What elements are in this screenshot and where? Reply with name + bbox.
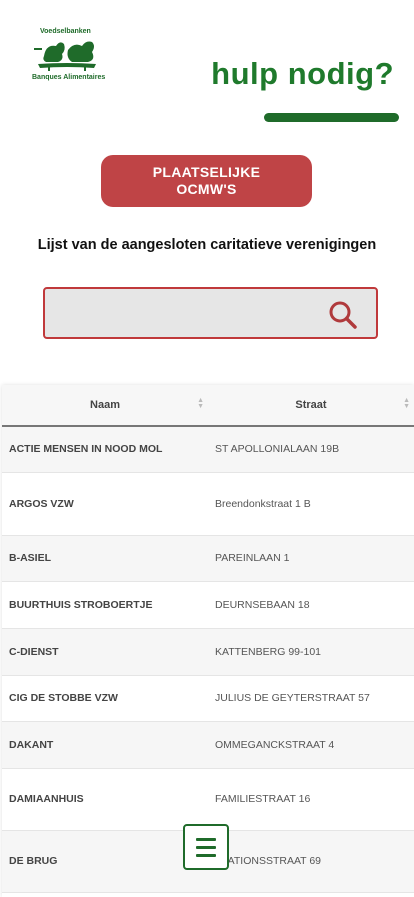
column-header-straat-label: Straat [295,399,327,411]
cell-naam: BUURTHUIS STROBOERTJE [2,581,208,629]
table-row: DAKANT OMMEGANCKSTRAAT 4 [2,721,414,769]
ocmw-button[interactable]: PLAATSELIJKE OCMW'S [101,155,312,207]
logo-bottom-text: Banques Alimentaires [32,74,106,81]
search-input[interactable] [55,297,319,331]
table-row: CIG DE STOBBE VZW JULIUS DE GEYTERSTRAAT… [2,675,414,722]
cell-naam: DAKANT [2,721,208,769]
cell-straat: OMMEGANCKSTRAAT 4 [208,721,414,769]
table-row: BUURTHUIS STROBOERTJE DEURNSEBAAN 18 [2,581,414,629]
logo-animals-icon [34,41,96,71]
cell-naam: ACTIE MENSEN IN NOOD MOL [2,426,208,473]
sort-icon: ▲ ▼ [403,397,410,410]
logo: Voedselbanken Banques Alimentaires [32,28,106,84]
cell-naam: DE BRUG [2,830,208,893]
hamburger-menu-icon [196,837,216,841]
ocmw-button-label: PLAATSELIJKE OCMW'S [152,164,261,197]
sort-icon: ▲ ▼ [197,397,204,410]
table-row: B-ASIEL PAREINLAAN 1 [2,535,414,582]
headline-underline [264,113,399,122]
cell-straat: ST APOLLONIALAAN 19B [208,426,414,473]
search-box [43,287,378,339]
cell-straat: DEURNSEBAAN 18 [208,581,414,629]
cell-naam: CIG DE STOBBE VZW [2,675,208,722]
column-header-straat[interactable]: Straat ▲ ▼ [208,385,414,427]
table-row: DAMIAANHUIS FAMILIESTRAAT 16 [2,768,414,831]
cell-straat: STATIONSSTRAAT 69 [208,830,414,893]
cell-straat: FAMILIESTRAAT 16 [208,768,414,831]
search-icon[interactable] [328,300,358,330]
cell-straat: Breendonkstraat 1 B [208,472,414,536]
cell-naam: B-ASIEL [2,535,208,582]
page-subtitle: Lijst van de aangesloten caritatieve ver… [37,237,377,253]
table-row: ACTIE MENSEN IN NOOD MOL ST APOLLONIALAA… [2,426,414,473]
column-header-naam-label: Naam [90,399,120,411]
cell-straat: PAREINLAAN 1 [208,535,414,582]
page-headline: hulp nodig? [211,56,394,91]
table-row: C-DIENST KATTENBERG 99-101 [2,628,414,676]
column-header-naam[interactable]: Naam ▲ ▼ [2,385,208,427]
logo-top-text: Voedselbanken [40,28,91,35]
cell-straat: JULIUS DE GEYTERSTRAAT 57 [208,675,414,722]
cell-naam: C-DIENST [2,628,208,676]
hamburger-menu-button[interactable] [183,824,229,870]
cell-naam: DAMIAANHUIS [2,768,208,831]
cell-naam: ARGOS VZW [2,472,208,536]
cell-straat: KATTENBERG 99-101 [208,628,414,676]
associations-table: Naam ▲ ▼ Straat ▲ ▼ ACTIE MENSEN IN NOOD M… [2,385,414,897]
table-row: ARGOS VZW Breendonkstraat 1 B [2,472,414,536]
